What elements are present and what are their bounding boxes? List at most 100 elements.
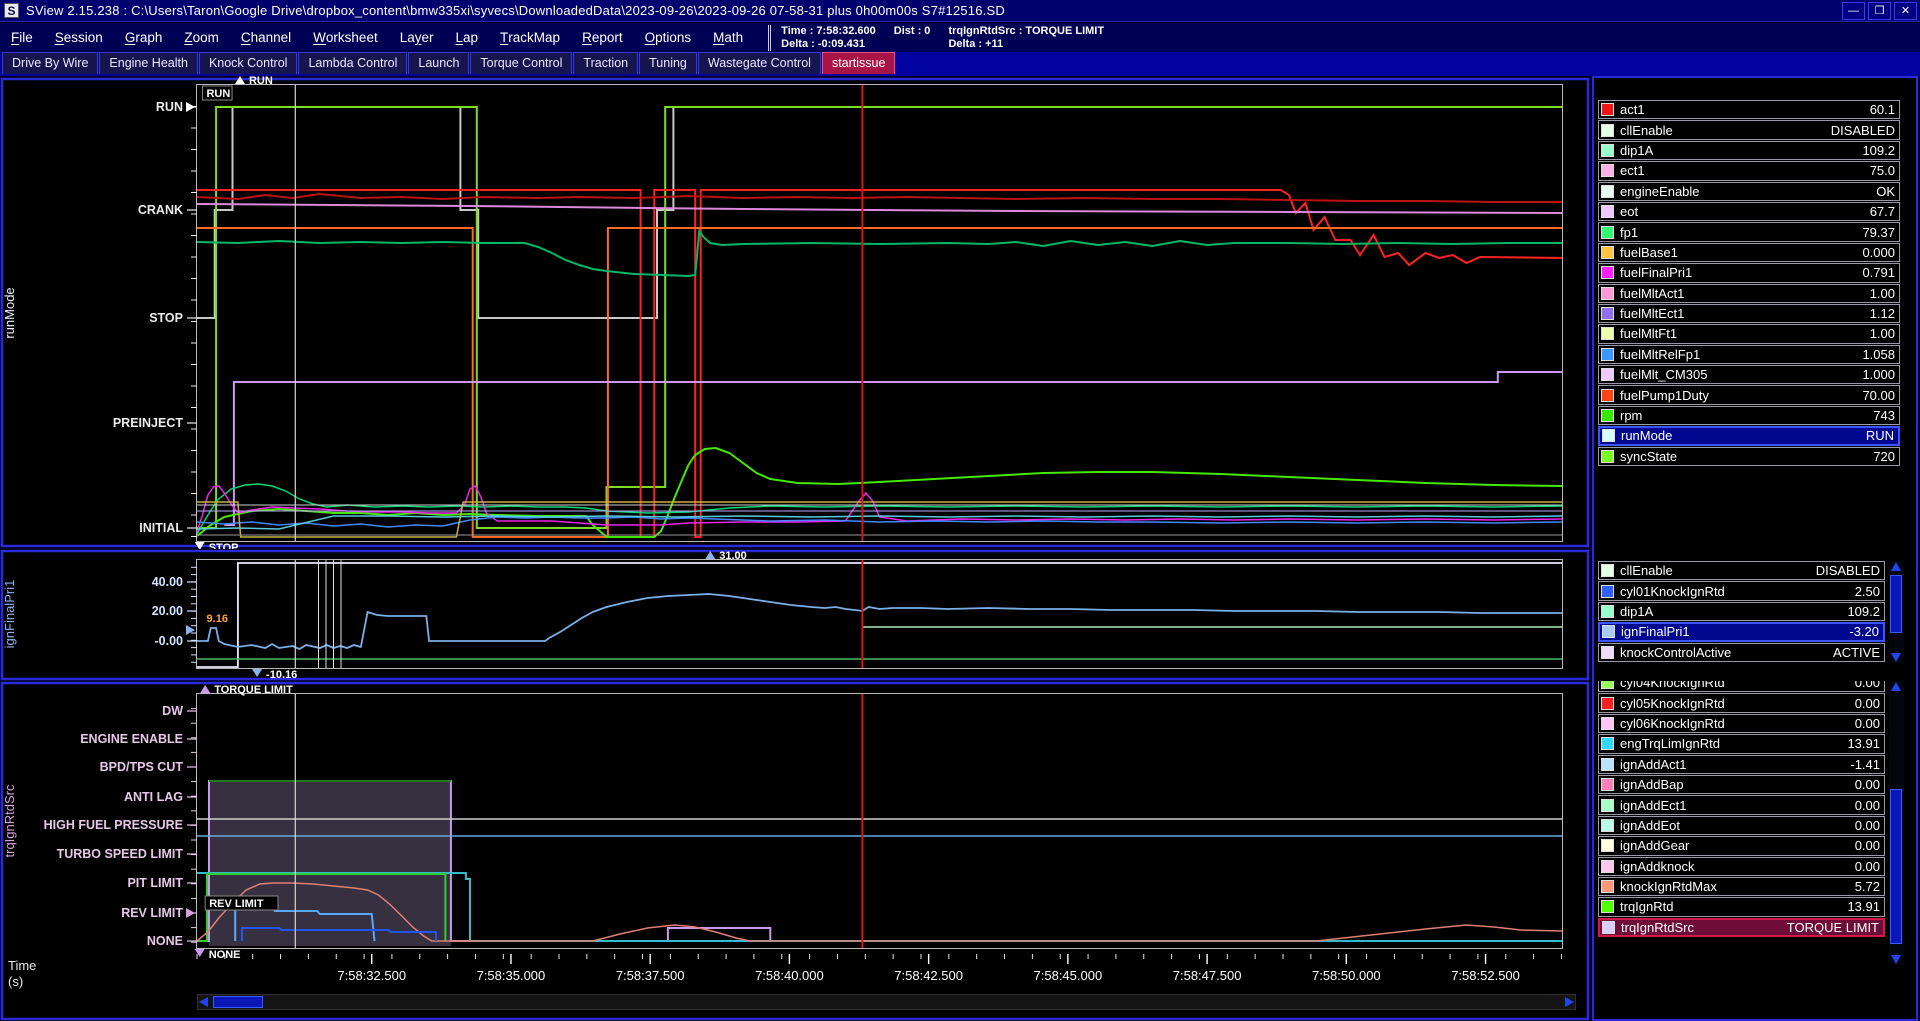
channel-row-dip1A[interactable]: dip1A109.2 [1598, 602, 1885, 621]
channel-row-cllEnable[interactable]: cllEnableDISABLED [1598, 120, 1900, 139]
cursor-info-panel: Time : 7:58:32.600 Delta : -0:09.431 Dis… [768, 25, 1122, 51]
channel-row-fuelBase1[interactable]: fuelBase10.000 [1598, 243, 1900, 262]
channel-row-ignAddAct1[interactable]: ignAddAct1-1.41 [1598, 755, 1885, 774]
menu-channel[interactable]: Channel [230, 30, 302, 45]
menu-report[interactable]: Report [571, 30, 634, 45]
channel-row-fuelFinalPri1[interactable]: fuelFinalPri10.791 [1598, 263, 1900, 282]
scrollbar-thumb[interactable] [213, 996, 263, 1008]
runMode-graph-panel[interactable]: RUNCRANKSTOPPREINJECTINITIALRUNSTOPRUNru… [0, 76, 1590, 549]
channel-color-swatch [1601, 327, 1614, 340]
scroll-right-icon[interactable] [1565, 997, 1574, 1007]
minimize-icon[interactable]: — [1842, 2, 1865, 20]
channel-row-syncState[interactable]: syncState720 [1598, 447, 1900, 466]
channel-row-fuelMltEct1[interactable]: fuelMltEct11.12 [1598, 304, 1900, 323]
channel-row-fuelMltFt1[interactable]: fuelMltFt11.00 [1598, 324, 1900, 343]
channel-color-swatch [1601, 409, 1614, 422]
axis-label-preinject: PREINJECT [113, 416, 184, 430]
time-tick-label: 7:58:42.500 [894, 968, 963, 983]
tab-knock-control[interactable]: Knock Control [199, 52, 298, 74]
channel-name: syncState [1620, 449, 1873, 464]
restore-icon[interactable]: ❐ [1868, 2, 1891, 20]
time-tick-label: 7:58:47.500 [1173, 968, 1242, 983]
close-icon[interactable]: ✕ [1894, 2, 1917, 20]
tab-wastegate-control[interactable]: Wastegate Control [698, 52, 821, 74]
channel-row-fuelPump1Duty[interactable]: fuelPump1Duty70.00 [1598, 385, 1900, 404]
channel-value: 13.91 [1847, 899, 1884, 914]
channel-color-swatch [1601, 124, 1614, 137]
legend-scrollbar[interactable] [1889, 681, 1904, 965]
channel-row-cllEnable[interactable]: cllEnableDISABLED [1598, 561, 1885, 580]
legend-scrollbar-thumb[interactable] [1890, 575, 1902, 633]
channel-row-act1[interactable]: act160.1 [1598, 100, 1900, 119]
channel-value: 1.00 [1870, 286, 1899, 301]
channel-row-ignAddknock[interactable]: ignAddknock0.00 [1598, 857, 1885, 876]
time-scrollbar[interactable] [197, 994, 1576, 1010]
channel-name: cllEnable [1620, 563, 1816, 578]
scroll-up-icon[interactable] [1891, 682, 1901, 691]
menu-lap[interactable]: Lap [445, 30, 490, 45]
scroll-down-icon[interactable] [1891, 955, 1901, 964]
channel-name: act1 [1620, 102, 1870, 117]
channel-row-fp1[interactable]: fp179.37 [1598, 222, 1900, 241]
tab-torque-control[interactable]: Torque Control [470, 52, 572, 74]
channel-row-ignAddGear[interactable]: ignAddGear0.00 [1598, 836, 1885, 855]
channel-row-fuelMltRelFp1[interactable]: fuelMltRelFp11.058 [1598, 345, 1900, 364]
app-icon: S [4, 3, 19, 18]
channel-row-cyl06KnockIgnRtd[interactable]: cyl06KnockIgnRtd0.00 [1598, 714, 1885, 733]
channel-row-ect1[interactable]: ect175.0 [1598, 161, 1900, 180]
channel-color-swatch [1601, 778, 1614, 791]
channel-value: RUN [1866, 428, 1898, 443]
tab-lambda-control[interactable]: Lambda Control [298, 52, 407, 74]
menu-math[interactable]: Math [702, 30, 754, 45]
tab-engine-health[interactable]: Engine Health [99, 52, 198, 74]
inline-value-box: RUN [206, 88, 230, 100]
channel-row-engineEnable[interactable]: engineEnableOK [1598, 182, 1900, 201]
channel-name: engineEnable [1620, 184, 1876, 199]
menu-file[interactable]: File [0, 30, 44, 45]
legend-scrollbar[interactable] [1889, 561, 1904, 663]
channel-value: -1.41 [1850, 757, 1884, 772]
ignFinalPri1-graph-panel[interactable]: 40.0020.00-0.0031.00-10.169.16ignFinalPr… [0, 549, 1590, 681]
channel-row-ignAddEct1[interactable]: ignAddEct10.00 [1598, 795, 1885, 814]
channel-color-swatch [1601, 246, 1614, 259]
channel-row-ignFinalPri1[interactable]: ignFinalPri1-3.20 [1598, 622, 1885, 641]
menu-options[interactable]: Options [634, 30, 703, 45]
axis-label-turbo-speed-limit: TURBO SPEED LIMIT [57, 847, 184, 861]
channel-row-eot[interactable]: eot67.7 [1598, 202, 1900, 221]
channel-row-fuelMltAct1[interactable]: fuelMltAct11.00 [1598, 284, 1900, 303]
channel-value: 1.00 [1870, 326, 1899, 341]
channel-color-swatch [1601, 205, 1614, 218]
scroll-up-icon[interactable] [1891, 562, 1901, 571]
channel-color-swatch [1601, 450, 1614, 463]
menu-zoom[interactable]: Zoom [173, 30, 230, 45]
channel-row-trqIgnRtd[interactable]: trqIgnRtd13.91 [1598, 897, 1885, 916]
channel-row-knockControlActive[interactable]: knockControlActiveACTIVE [1598, 643, 1885, 662]
scroll-down-icon[interactable] [1891, 653, 1901, 662]
menu-session[interactable]: Session [44, 30, 114, 45]
channel-row-ignAddEot[interactable]: ignAddEot0.00 [1598, 816, 1885, 835]
menu-trackmap[interactable]: TrackMap [489, 30, 571, 45]
menu-graph[interactable]: Graph [114, 30, 174, 45]
channel-row-dip1A[interactable]: dip1A109.2 [1598, 141, 1900, 160]
channel-row-fuelMlt_CM305[interactable]: fuelMlt_CM3051.000 [1598, 365, 1900, 384]
channel-row-rpm[interactable]: rpm743 [1598, 406, 1900, 425]
channel-row-cyl05KnockIgnRtd[interactable]: cyl05KnockIgnRtd0.00 [1598, 693, 1885, 712]
tab-traction[interactable]: Traction [573, 52, 638, 74]
menu-worksheet[interactable]: Worksheet [302, 30, 389, 45]
tab-drive-by-wire[interactable]: Drive By Wire [2, 52, 98, 74]
menu-layer[interactable]: Layer [389, 30, 445, 45]
channel-row-runMode[interactable]: runModeRUN [1598, 426, 1900, 445]
trqIgnRtdSrc-graph-panel[interactable]: DWENGINE ENABLEBPD/TPS CUTANTI LAGHIGH F… [0, 681, 1590, 1021]
channel-row-cyl01KnockIgnRtd[interactable]: cyl01KnockIgnRtd2.50 [1598, 581, 1885, 600]
tab-tuning[interactable]: Tuning [639, 52, 697, 74]
channel-row-cyl04KnockIgnRtd[interactable]: cyl04KnockIgnRtd0.00 [1598, 681, 1885, 692]
channel-color-swatch [1601, 164, 1614, 177]
tab-startissue[interactable]: startissue [822, 52, 896, 74]
channel-row-engTrqLimIgnRtd[interactable]: engTrqLimIgnRtd13.91 [1598, 734, 1885, 753]
channel-row-trqIgnRtdSrc[interactable]: trqIgnRtdSrcTORQUE LIMIT [1598, 918, 1885, 937]
legend-scrollbar-thumb[interactable] [1890, 789, 1902, 944]
channel-row-ignAddBap[interactable]: ignAddBap0.00 [1598, 775, 1885, 794]
tab-launch[interactable]: Launch [408, 52, 469, 74]
channel-row-knockIgnRtdMax[interactable]: knockIgnRtdMax5.72 [1598, 877, 1885, 896]
scroll-left-icon[interactable] [199, 997, 208, 1007]
